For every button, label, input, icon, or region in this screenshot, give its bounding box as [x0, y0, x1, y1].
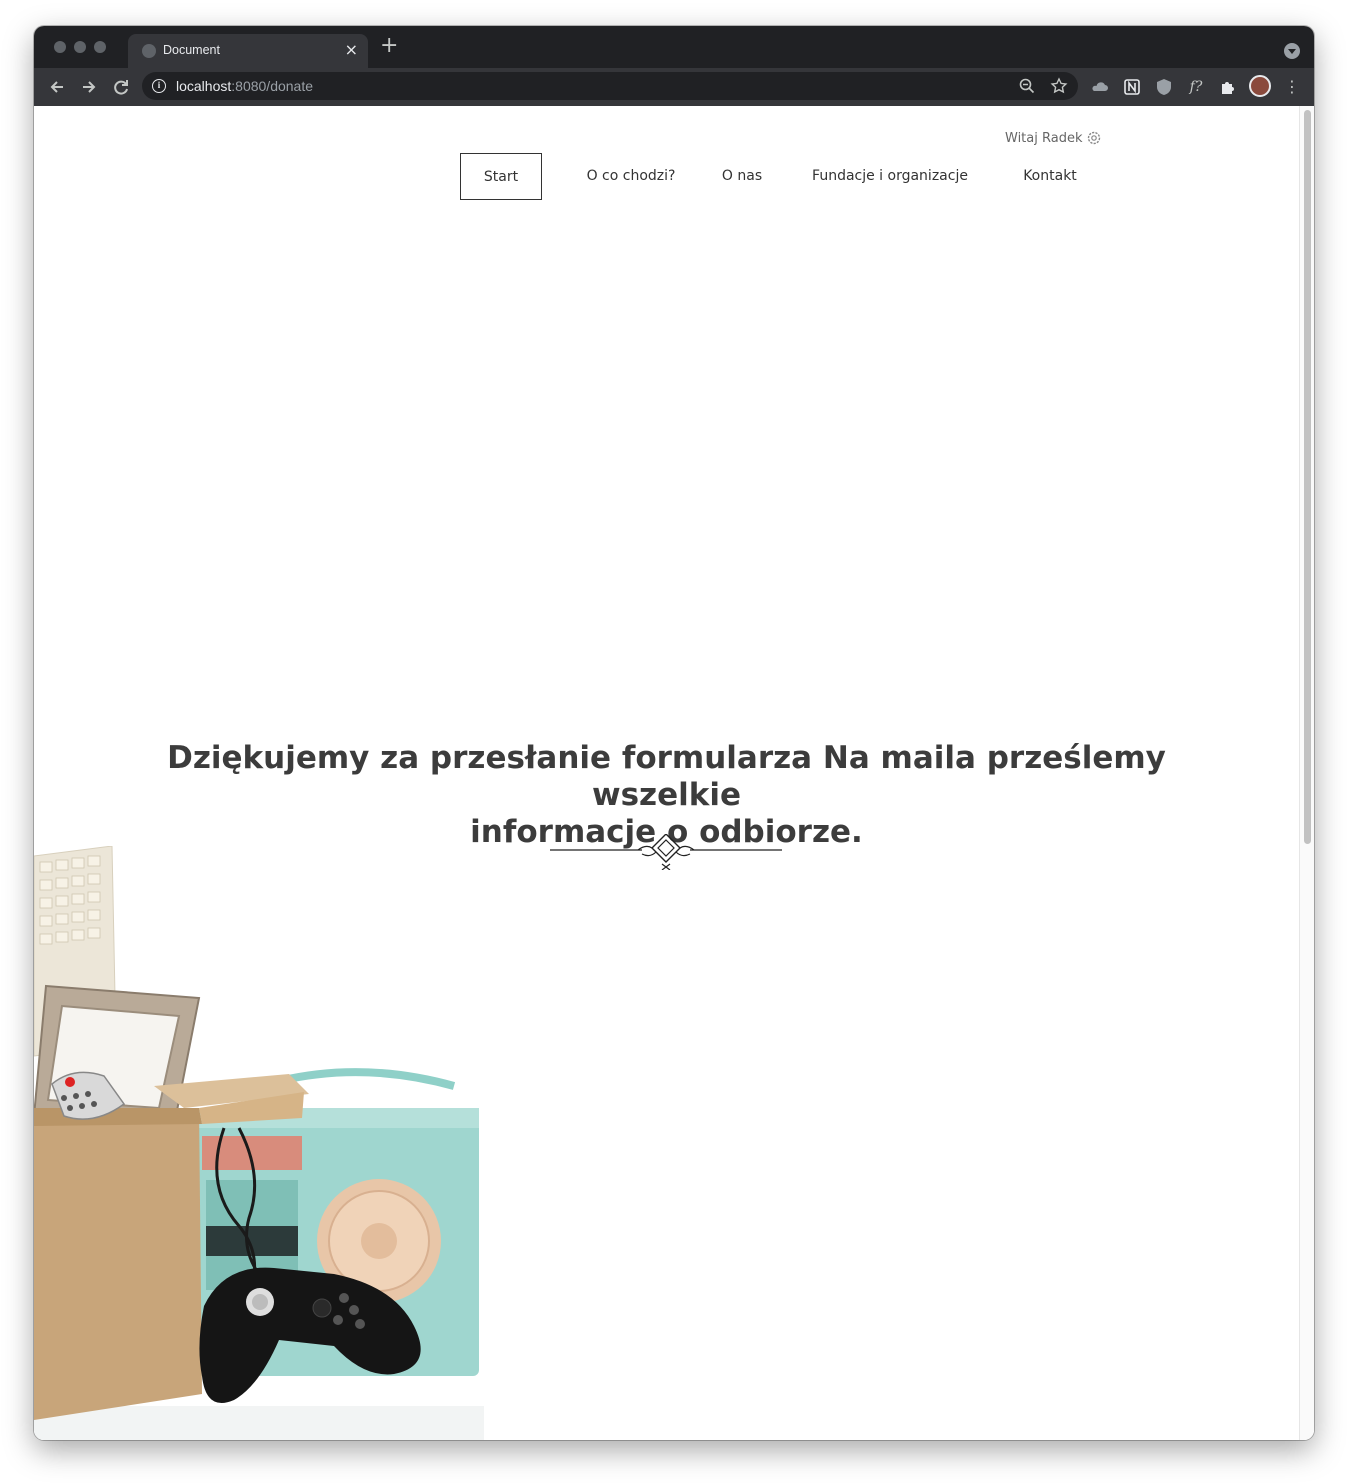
- gear-icon[interactable]: [1086, 130, 1102, 146]
- maximize-window-icon[interactable]: [94, 41, 106, 53]
- url-text[interactable]: localhost:8080/donate: [176, 78, 313, 94]
- address-bar[interactable]: i localhost:8080/donate: [142, 72, 1078, 100]
- font-icon[interactable]: f?: [1184, 77, 1208, 97]
- scrollbar-thumb[interactable]: [1304, 110, 1311, 844]
- nav-item-fundacje[interactable]: Fundacje i organizacje: [790, 153, 990, 200]
- cloud-icon[interactable]: [1090, 77, 1110, 97]
- more-menu-icon[interactable]: ⋮: [1282, 77, 1302, 97]
- new-tab-button[interactable]: +: [380, 35, 398, 57]
- tab-document[interactable]: Document ×: [128, 34, 368, 68]
- nav-item-o-co-chodzi[interactable]: O co chodzi?: [566, 153, 696, 200]
- nav-item-o-nas[interactable]: O nas: [712, 153, 772, 200]
- close-window-icon[interactable]: [54, 41, 66, 53]
- profile-avatar[interactable]: [1249, 75, 1271, 97]
- nav-item-kontakt[interactable]: Kontakt: [1004, 153, 1096, 200]
- tab-search-icon[interactable]: [1284, 43, 1300, 59]
- donated-items-photo: [34, 846, 484, 1440]
- puzzle-icon[interactable]: [1218, 77, 1238, 97]
- zoom-icon[interactable]: [1017, 76, 1037, 96]
- back-arrow-icon[interactable]: [44, 74, 70, 100]
- bookmark-star-icon[interactable]: [1049, 76, 1069, 96]
- minimize-window-icon[interactable]: [74, 41, 86, 53]
- browser-toolbar: i localhost:8080/donate f? ⋮: [34, 68, 1314, 106]
- web-page: Witaj Radek Start O co chodzi? O nas Fun…: [34, 106, 1314, 1440]
- notion-icon[interactable]: [1122, 77, 1142, 97]
- nav-item-start[interactable]: Start: [460, 153, 542, 200]
- close-tab-icon[interactable]: ×: [345, 40, 358, 59]
- info-icon[interactable]: i: [152, 79, 166, 93]
- user-greeting: Witaj Radek: [1005, 131, 1083, 146]
- globe-icon: [142, 44, 156, 58]
- ublock-icon[interactable]: [1154, 77, 1174, 97]
- forward-arrow-icon[interactable]: [76, 74, 102, 100]
- tab-title: Document: [163, 43, 220, 57]
- tab-strip: Document × +: [34, 26, 1314, 68]
- page-scrollbar[interactable]: [1299, 106, 1314, 1440]
- heading-line-1: Dziękujemy za przesłanie formularza Na m…: [167, 740, 1166, 813]
- ornament-divider: [550, 834, 782, 870]
- browser-window: Document × + i localhost:8080/donate f? …: [34, 26, 1314, 1440]
- reload-icon[interactable]: [108, 74, 134, 100]
